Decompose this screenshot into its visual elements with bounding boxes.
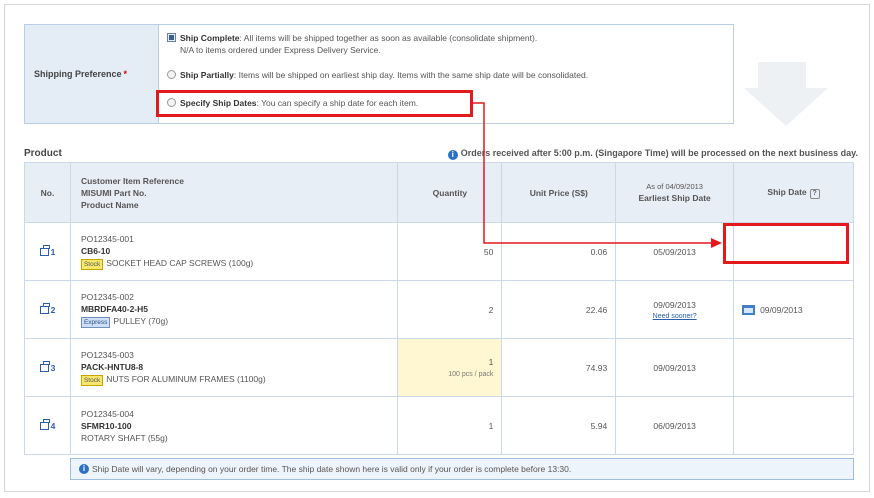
ship-date-highlight: [723, 223, 849, 264]
